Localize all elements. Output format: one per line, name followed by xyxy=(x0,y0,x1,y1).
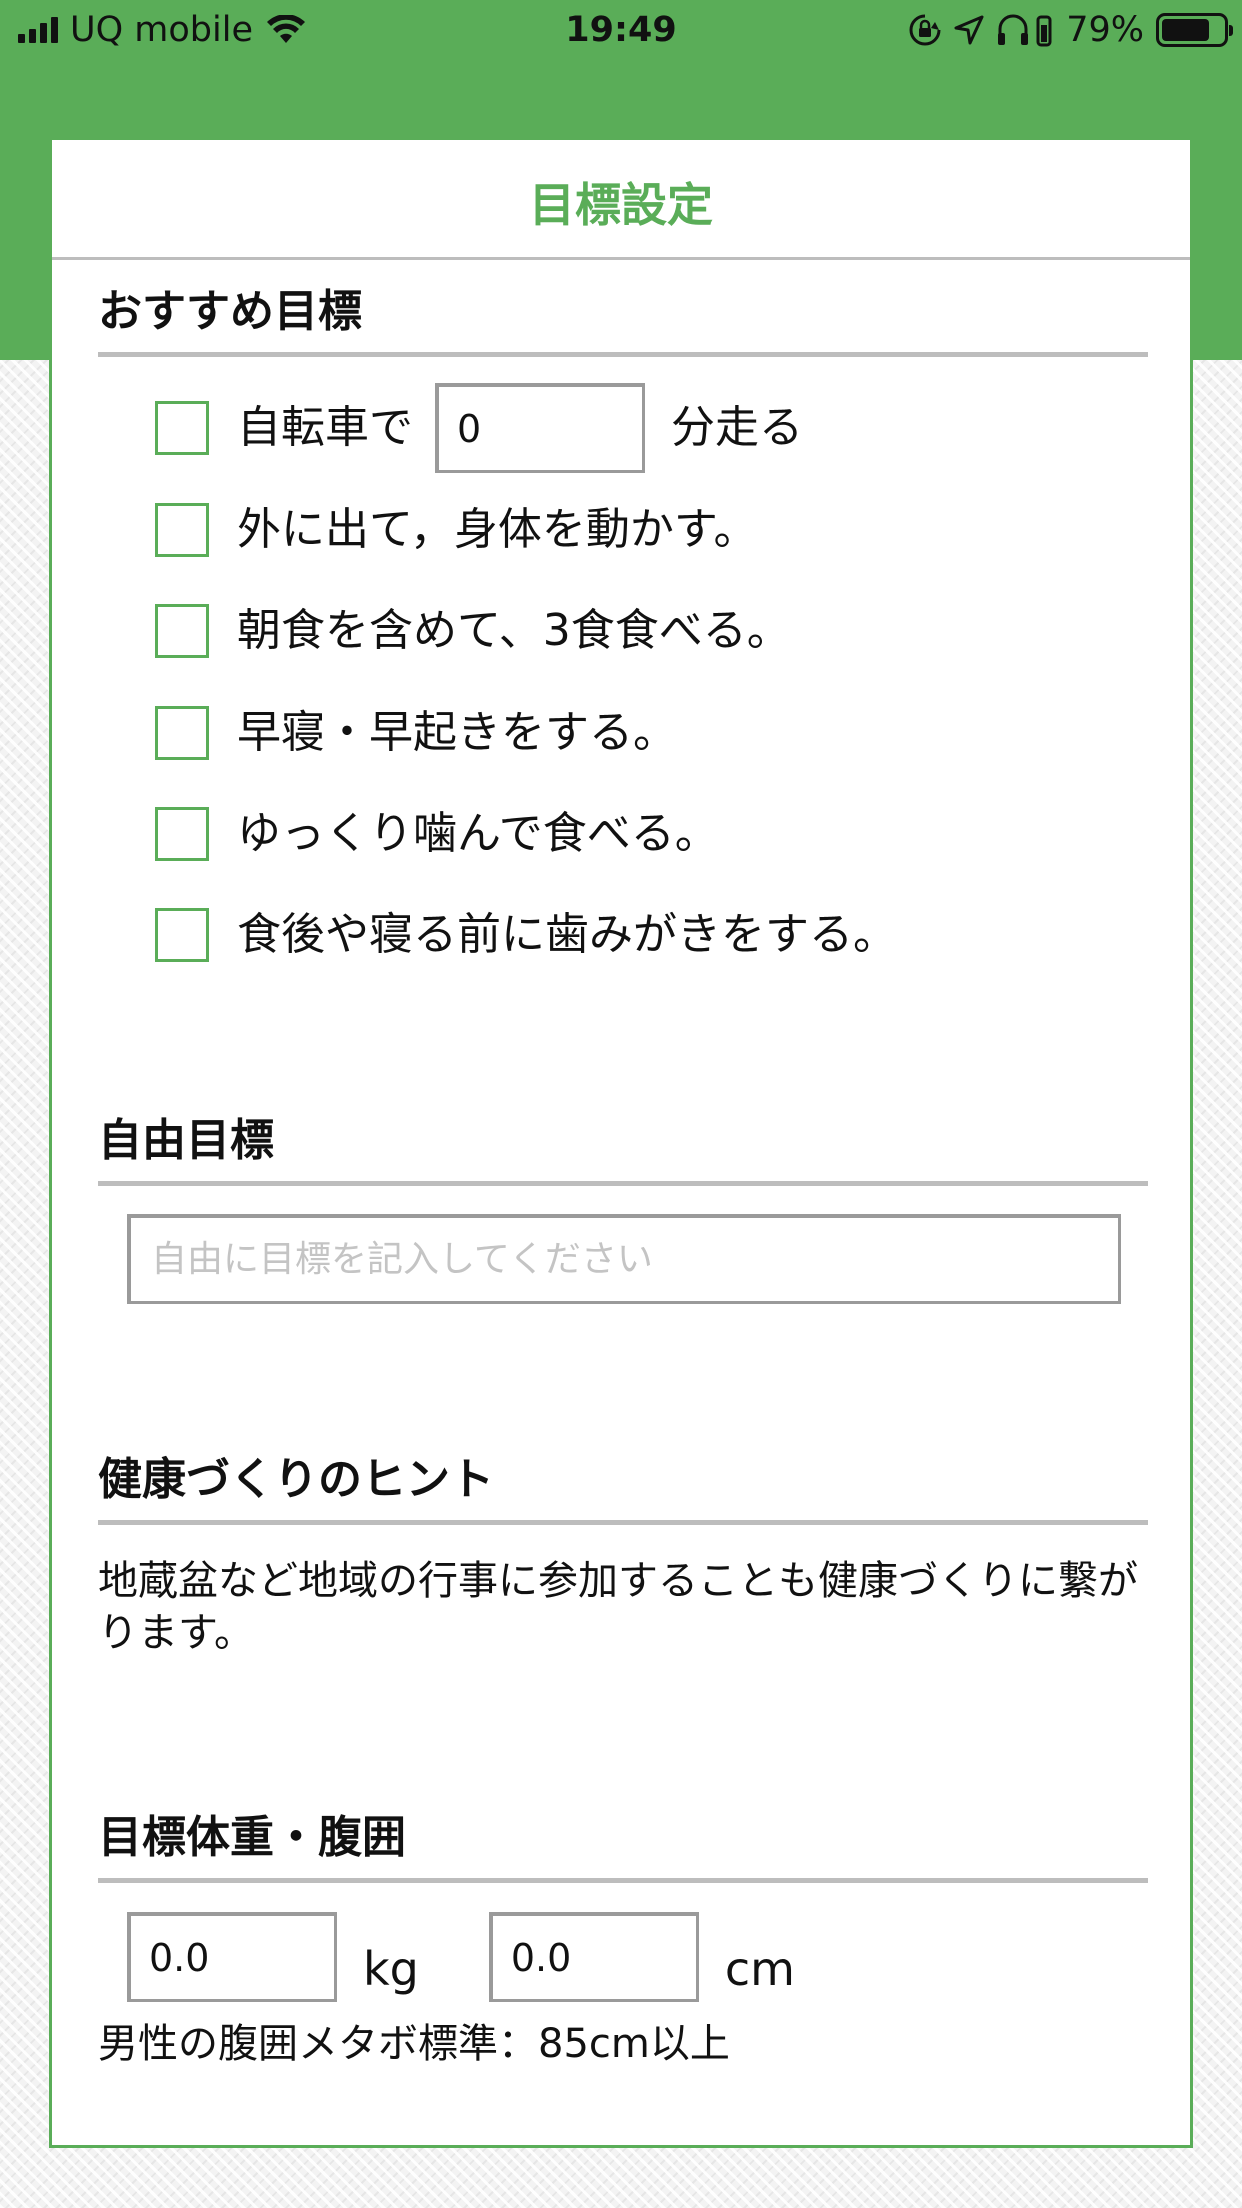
waist-unit: cm xyxy=(724,1942,795,1996)
goal-label: ゆっくり噛んで食べる。 xyxy=(237,808,719,859)
bicycle-minutes-input[interactable] xyxy=(435,383,645,473)
battery-icon xyxy=(1156,13,1233,47)
metabo-standard-note: 男性の腹囲メタボ標準：85cm以上 xyxy=(98,2021,730,2067)
orientation-lock-icon xyxy=(909,14,941,46)
weight-unit: kg xyxy=(363,1942,419,1996)
goal-checkbox[interactable] xyxy=(155,503,209,557)
page-title: 目標設定 xyxy=(529,177,713,232)
goal-row: 食後や寝る前に歯みがきをする。 xyxy=(155,905,897,965)
battery-fill xyxy=(1162,19,1210,41)
target-body-inputs: kg cm xyxy=(127,1912,795,2002)
goal-row: ゆっくり噛んで食べる。 xyxy=(155,804,719,864)
goal-checkbox[interactable] xyxy=(155,908,209,962)
bicycle-goal-suffix: 分走る xyxy=(671,402,803,453)
goal-label: 朝食を含めて、3食食べる。 xyxy=(237,605,791,656)
goal-checkbox[interactable] xyxy=(155,807,209,861)
goal-checkbox[interactable] xyxy=(155,604,209,658)
health-hint-text: 地蔵盆など地域の行事に参加することも健康づくりに繋がります。 xyxy=(98,1558,1138,1656)
location-arrow-icon xyxy=(954,15,984,45)
goal-row: 早寝・早起きをする。 xyxy=(155,703,677,763)
recommended-goals-heading: おすすめ目標 xyxy=(98,286,1148,357)
goal-label: 早寝・早起きをする。 xyxy=(237,707,677,758)
goal-checkbox-bicycle[interactable] xyxy=(155,401,209,455)
goal-row-bicycle: 自転車で 分走る xyxy=(155,383,803,473)
bicycle-goal-prefix: 自転車で xyxy=(237,402,413,453)
battery-percentage: 79% xyxy=(1066,10,1144,50)
goal-checkbox[interactable] xyxy=(155,706,209,760)
goal-row: 朝食を含めて、3食食べる。 xyxy=(155,601,791,661)
card-header: 目標設定 xyxy=(52,140,1190,260)
status-bar: UQ mobile 19:49 79% xyxy=(0,0,1242,62)
free-goal-input[interactable] xyxy=(127,1214,1121,1304)
goal-settings-card: 目標設定 おすすめ目標 自転車で 分走る 外に出て，身体を動かす。 朝食を含めて… xyxy=(49,137,1193,2148)
target-weight-input[interactable] xyxy=(127,1912,337,2002)
health-hint-heading: 健康づくりのヒント xyxy=(98,1454,1148,1525)
goal-label: 外に出て，身体を動かす。 xyxy=(237,504,758,555)
target-waist-input[interactable] xyxy=(488,1912,699,2002)
goal-row: 外に出て，身体を動かす。 xyxy=(155,500,758,560)
goal-label: 食後や寝る前に歯みがきをする。 xyxy=(237,909,897,960)
target-body-heading: 目標体重・腹囲 xyxy=(98,1812,1148,1883)
free-goal-heading: 自由目標 xyxy=(98,1115,1148,1186)
headphones-battery-icon xyxy=(998,14,1052,47)
